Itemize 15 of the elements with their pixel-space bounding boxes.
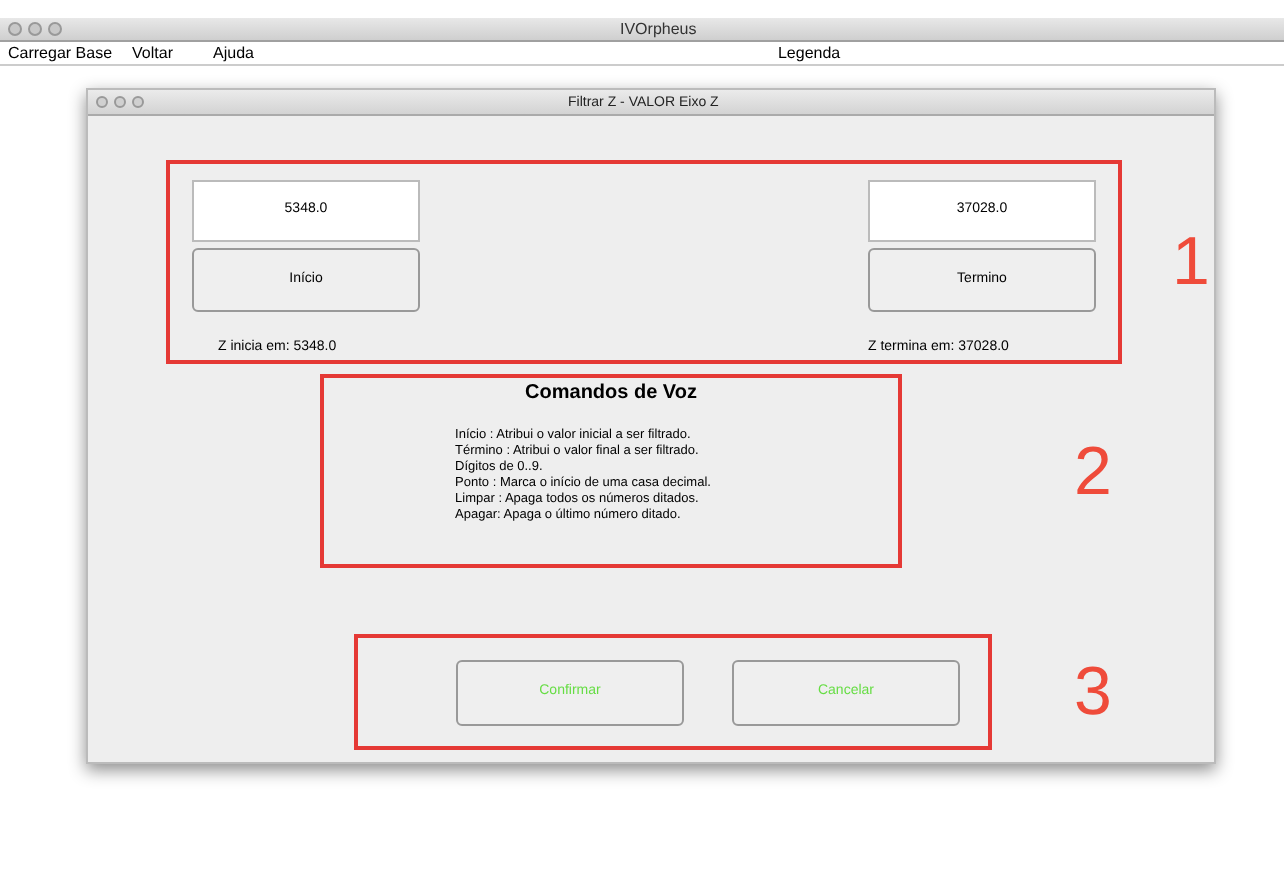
close-icon[interactable] <box>8 22 22 36</box>
annotation-number: 2 <box>1074 437 1112 505</box>
minimize-icon[interactable] <box>114 96 126 108</box>
zoom-icon[interactable] <box>48 22 62 36</box>
minimize-icon[interactable] <box>28 22 42 36</box>
menu-item[interactable]: Ajuda <box>213 41 254 65</box>
section-heading: Comandos de Voz <box>525 380 697 408</box>
menu-item[interactable]: Carregar Base <box>8 41 113 65</box>
annotation-number: 1 <box>1172 228 1210 296</box>
menu-item[interactable]: Legenda <box>777 41 841 65</box>
window-title: IVOrpheus <box>620 17 697 41</box>
close-icon[interactable] <box>96 96 108 108</box>
annotation-number: 3 <box>1074 658 1112 726</box>
menu-item[interactable]: Voltar <box>132 41 173 65</box>
zoom-icon[interactable] <box>132 96 144 108</box>
